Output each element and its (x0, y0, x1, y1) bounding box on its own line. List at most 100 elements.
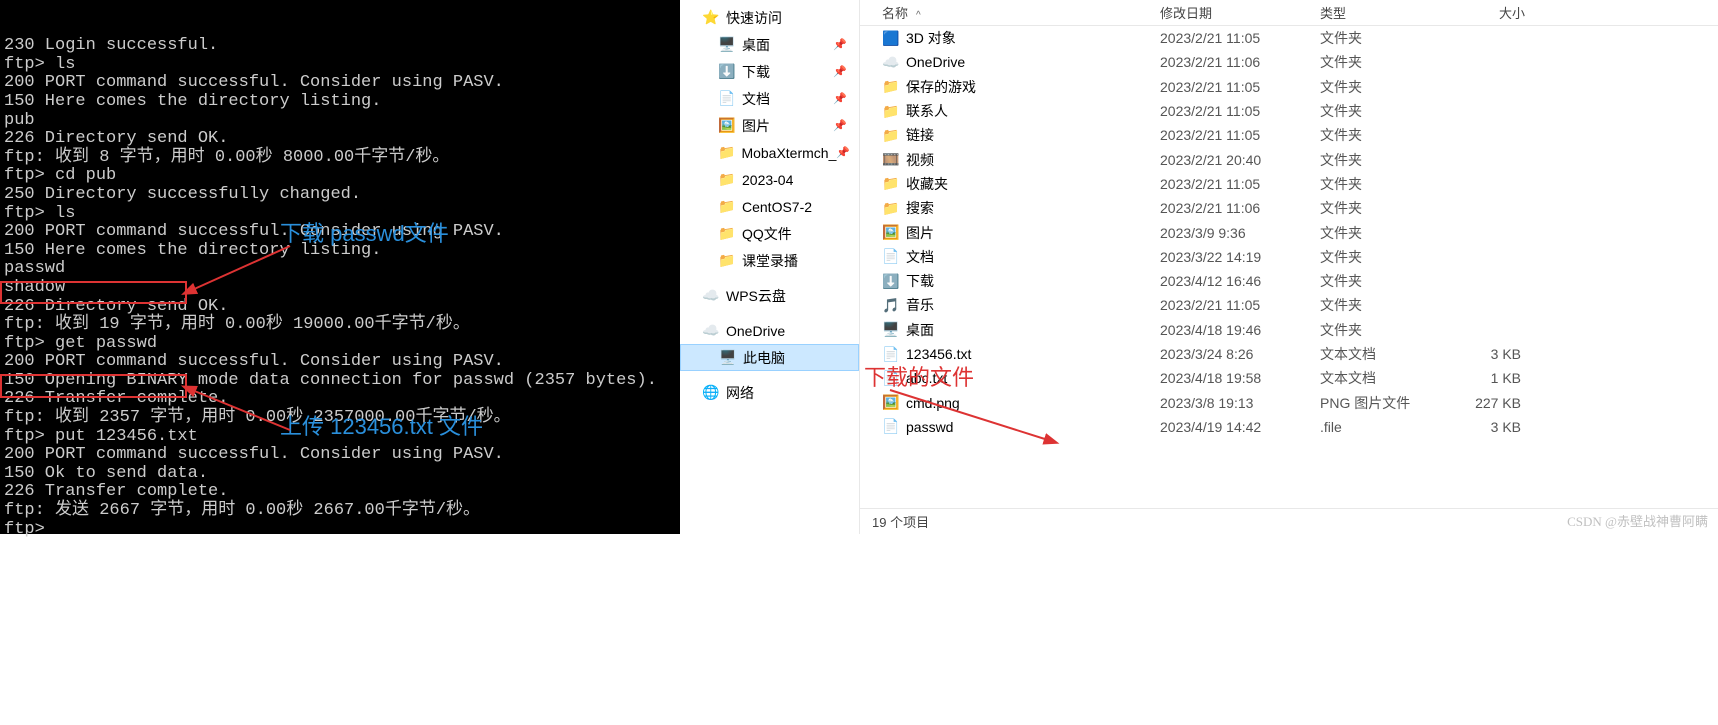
col-type[interactable]: 类型 (1320, 3, 1455, 22)
file-explorer: ⭐ 快速访问 🖥️桌面📌⬇️下载📌 📄 文档 📌 🖼️图片📌📁MobaXtermch_📌… (680, 0, 1718, 534)
terminal-line: 150 Here comes the directory listing. (4, 242, 676, 261)
col-name[interactable]: 名称^ (860, 3, 1160, 22)
file-row[interactable]: 📁联系人 2023/2/21 11:05 文件夹 (860, 99, 1718, 123)
file-row[interactable]: 📄passwd 2023/4/19 14:42 .file 3 KB (860, 415, 1718, 439)
col-size[interactable]: 大小 (1455, 3, 1525, 22)
file-icon: 🟦 (882, 29, 900, 47)
sort-asc-icon: ^ (916, 10, 921, 21)
nav-thispc[interactable]: 🖥️ 此电脑 (680, 344, 859, 371)
file-rows[interactable]: 🟦 3D 对象 2023/2/21 11:05 文件夹 ☁️OneDrive 20… (860, 26, 1718, 508)
file-date: 2023/4/19 14:42 (1160, 419, 1320, 435)
watermark: CSDN @赤壁战神曹阿瞒 (1567, 511, 1708, 530)
file-date: 2023/3/22 14:19 (1160, 249, 1320, 265)
nav-label: 文档 (742, 89, 770, 109)
file-type: 文件夹 (1320, 320, 1455, 340)
nav-item[interactable]: ⬇️下载📌 (680, 58, 859, 85)
file-row[interactable]: 🖥️桌面 2023/4/18 19:46 文件夹 (860, 318, 1718, 342)
terminal-line: shadow (4, 279, 676, 298)
col-date[interactable]: 修改日期 (1160, 3, 1320, 22)
file-icon: 🖥️ (882, 321, 900, 339)
file-type: 文件夹 (1320, 150, 1455, 170)
file-name: 保存的游戏 (906, 77, 976, 97)
file-name: cmd.png (906, 395, 960, 411)
file-row[interactable]: 📁搜索 2023/2/21 11:06 文件夹 (860, 196, 1718, 220)
nav-wps[interactable]: ☁️ WPS云盘 (680, 282, 859, 309)
file-type: 文件夹 (1320, 174, 1455, 194)
terminal-line: 230 Login successful. (4, 37, 676, 56)
folder-icon: 📄 (718, 90, 736, 108)
nav-quick-access[interactable]: ⭐ 快速访问 (680, 4, 859, 31)
nav-item[interactable]: 🖼️图片📌 (680, 112, 859, 139)
file-date: 2023/3/24 8:26 (1160, 346, 1320, 362)
file-row[interactable]: 🎞️视频 2023/2/21 20:40 文件夹 (860, 147, 1718, 171)
terminal-line: ftp> put 123456.txt (4, 428, 676, 447)
nav-item[interactable]: 🖥️桌面📌 (680, 31, 859, 58)
file-type: 文件夹 (1320, 101, 1455, 121)
nav-pane[interactable]: ⭐ 快速访问 🖥️桌面📌⬇️下载📌 📄 文档 📌 🖼️图片📌📁MobaXtermch_📌… (680, 0, 860, 534)
folder-icon: 📁 (718, 198, 736, 216)
file-type: 文本文档 (1320, 368, 1455, 388)
nav-label: 2023-04 (742, 172, 793, 188)
pin-icon: 📌 (836, 146, 850, 159)
file-icon: 📁 (882, 78, 900, 96)
file-date: 2023/2/21 11:05 (1160, 297, 1320, 313)
file-date: 2023/3/8 19:13 (1160, 395, 1320, 411)
file-type: 文本文档 (1320, 344, 1455, 364)
column-headers[interactable]: 名称^ 修改日期 类型 大小 (860, 0, 1718, 26)
nav-item[interactable]: 📁 2023-04 (680, 166, 859, 193)
terminal-line: ftp> cd pub (4, 167, 676, 186)
nav-label: 网络 (726, 383, 754, 403)
file-icon: 🖼️ (882, 394, 900, 412)
file-icon: 📄 (882, 345, 900, 363)
file-name: OneDrive (906, 54, 965, 70)
file-date: 2023/2/21 20:40 (1160, 152, 1320, 168)
file-list-pane: 名称^ 修改日期 类型 大小 🟦 3D 对象 2023/2/21 11:05 文件… (860, 0, 1718, 534)
file-name: 链接 (906, 125, 934, 145)
terminal-pane[interactable]: 230 Login successful.ftp> ls200 PORT com… (0, 0, 680, 534)
terminal-line: passwd (4, 260, 676, 279)
nav-item[interactable]: 📄文档📌 (680, 85, 859, 112)
file-type: 文件夹 (1320, 77, 1455, 97)
file-type: 文件夹 (1320, 271, 1455, 291)
file-date: 2023/2/21 11:05 (1160, 30, 1320, 46)
nav-label: OneDrive (726, 323, 785, 339)
file-row[interactable]: ⬇️下载 2023/4/12 16:46 文件夹 (860, 269, 1718, 293)
file-row[interactable]: 🖼️图片 2023/3/9 9:36 文件夹 (860, 220, 1718, 244)
folder-icon: 📁 (718, 171, 736, 189)
file-size: 1 KB (1455, 370, 1525, 386)
nav-label: 图片 (742, 116, 770, 136)
nav-item[interactable]: 📁CentOS7-2 (680, 193, 859, 220)
file-name: 音乐 (906, 295, 934, 315)
terminal-line: 150 Here comes the directory listing. (4, 93, 676, 112)
folder-icon: 📁 (718, 252, 736, 270)
terminal-line: 226 Transfer complete. (4, 483, 676, 502)
file-icon: ⬇️ (882, 272, 900, 290)
file-row[interactable]: 📄文档 2023/3/22 14:19 文件夹 (860, 245, 1718, 269)
terminal-line: 200 PORT command successful. Consider us… (4, 353, 676, 372)
file-date: 2023/2/21 11:06 (1160, 200, 1320, 216)
nav-onedrive[interactable]: ☁️ OneDrive (680, 317, 859, 344)
file-row[interactable]: 📁链接 2023/2/21 11:05 文件夹 (860, 123, 1718, 147)
file-size: 227 KB (1455, 395, 1525, 411)
nav-item[interactable]: 📁课堂录播 (680, 247, 859, 274)
file-row[interactable]: 📁收藏夹 2023/2/21 11:05 文件夹 (860, 172, 1718, 196)
nav-item[interactable]: 📁MobaXtermch_📌 (680, 139, 859, 166)
file-row[interactable]: 🎵 音乐 2023/2/21 11:05 文件夹 (860, 293, 1718, 317)
terminal-line: 200 PORT command successful. Consider us… (4, 446, 676, 465)
file-icon: 🎵 (882, 296, 900, 314)
terminal-line: 150 Opening BINARY mode data connection … (4, 372, 676, 391)
star-icon: ⭐ (702, 9, 720, 27)
file-row[interactable]: 📄123456.txt 2023/3/24 8:26 文本文档 3 KB (860, 342, 1718, 366)
file-row[interactable]: 📁保存的游戏 2023/2/21 11:05 文件夹 (860, 75, 1718, 99)
file-row[interactable]: 🖼️cmd.png 2023/3/8 19:13 PNG 图片文件 227 KB (860, 390, 1718, 414)
file-name: 3D 对象 (906, 28, 956, 48)
file-row[interactable]: ☁️OneDrive 2023/2/21 11:06 文件夹 (860, 50, 1718, 74)
file-type: 文件夹 (1320, 223, 1455, 243)
file-row[interactable]: 🟦3D 对象 2023/2/21 11:05 文件夹 (860, 26, 1718, 50)
nav-item[interactable]: 📁QQ文件 (680, 220, 859, 247)
file-row[interactable]: 📄abc.txt 2023/4/18 19:58 文本文档 1 KB (860, 366, 1718, 390)
nav-network[interactable]: 🌐 网络 (680, 379, 859, 406)
folder-icon: ⬇️ (718, 63, 736, 81)
network-icon: 🌐 (702, 384, 720, 402)
file-type: 文件夹 (1320, 295, 1455, 315)
